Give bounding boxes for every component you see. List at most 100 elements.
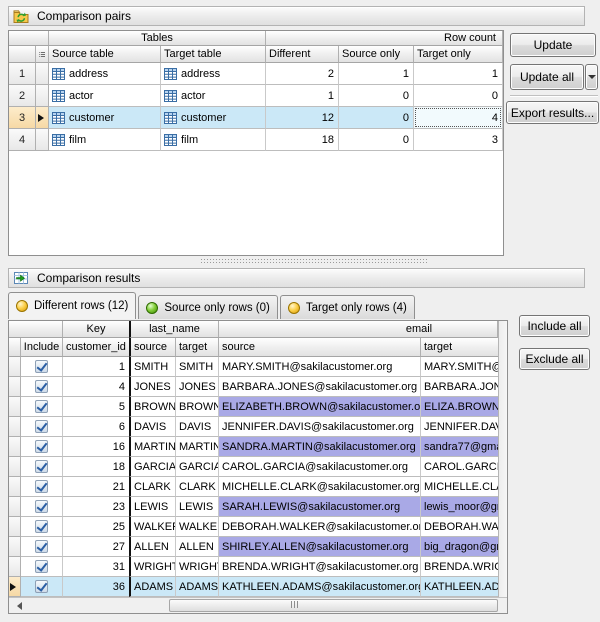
customer-id-cell[interactable]: 16	[63, 437, 129, 457]
include-cell[interactable]	[21, 357, 63, 377]
lastname-target-cell[interactable]: DAVIS	[176, 417, 219, 437]
include-cell[interactable]	[21, 397, 63, 417]
tab-source-only-rows-0-[interactable]: Source only rows (0)	[138, 295, 277, 319]
include-cell[interactable]	[21, 377, 63, 397]
lastname-target-cell[interactable]: BROWN	[176, 397, 219, 417]
results-row-25[interactable]: 25WALKERWALKERDEBORAH.WALKER@sakilacusto…	[9, 517, 507, 537]
customer-id-cell[interactable]: 21	[63, 477, 129, 497]
email-source-cell[interactable]: BARBARA.JONES@sakilacustomer.org	[219, 377, 421, 397]
include-cell[interactable]	[21, 417, 63, 437]
lastname-source-cell[interactable]: LEWIS	[129, 497, 176, 517]
different-count-cell[interactable]: 18	[266, 129, 339, 151]
horizontal-scrollbar-thumb[interactable]	[169, 599, 498, 612]
lastname-source-cell[interactable]: ALLEN	[129, 537, 176, 557]
target-table-cell[interactable]: address	[161, 63, 266, 85]
email-target-cell[interactable]: DEBORAH.WALKER@sakilacustomer.org	[421, 517, 498, 537]
target-only-count-cell[interactable]: 3	[414, 129, 503, 151]
target-only-count-cell[interactable]: 1	[414, 63, 503, 85]
target-table-cell[interactable]: film	[161, 129, 266, 151]
results-row-27[interactable]: 27ALLENALLENSHIRLEY.ALLEN@sakilacustomer…	[9, 537, 507, 557]
lastname-target-cell[interactable]: ALLEN	[176, 537, 219, 557]
lastname-source-cell[interactable]: CLARK	[129, 477, 176, 497]
email-target-cell[interactable]: MICHELLE.CLARK@sakilacustomer.org	[421, 477, 498, 497]
results-row-21[interactable]: 21CLARKCLARKMICHELLE.CLARK@sakilacustome…	[9, 477, 507, 497]
email-target-cell[interactable]: sandra77@gmail.com	[421, 437, 498, 457]
lastname-source-cell[interactable]: MARTIN	[129, 437, 176, 457]
customer-id-cell[interactable]: 36	[63, 577, 129, 597]
include-checkbox[interactable]	[35, 440, 48, 453]
col-header-target-table[interactable]: Target table	[161, 46, 266, 63]
lastname-target-cell[interactable]: LEWIS	[176, 497, 219, 517]
pairs-row-film[interactable]: 4filmfilm1803	[9, 129, 503, 151]
customer-id-cell[interactable]: 4	[63, 377, 129, 397]
email-target-cell[interactable]: CAROL.GARCIA@sakilacustomer.org	[421, 457, 498, 477]
lastname-source-cell[interactable]: GARCIA	[129, 457, 176, 477]
include-cell[interactable]	[21, 437, 63, 457]
col-header-target-only[interactable]: Target only	[414, 46, 503, 63]
target-table-cell[interactable]: actor	[161, 85, 266, 107]
lastname-source-cell[interactable]: ADAMS	[129, 577, 176, 597]
include-all-button[interactable]: Include all	[519, 315, 590, 337]
lastname-target-cell[interactable]: GARCIA	[176, 457, 219, 477]
lastname-source-cell[interactable]: DAVIS	[129, 417, 176, 437]
email-source-cell[interactable]: JENNIFER.DAVIS@sakilacustomer.org	[219, 417, 421, 437]
col-header-customer-id[interactable]: customer_id	[63, 338, 129, 357]
include-cell[interactable]	[21, 497, 63, 517]
update-all-button[interactable]: Update all	[510, 64, 584, 90]
vertical-scrollbar[interactable]	[498, 321, 507, 597]
customer-id-cell[interactable]: 1	[63, 357, 129, 377]
target-only-count-cell[interactable]: 0	[414, 85, 503, 107]
email-target-cell[interactable]: lewis_moor@gmail.com	[421, 497, 498, 517]
tab-target-only-rows-4-[interactable]: Target only rows (4)	[280, 295, 415, 319]
lastname-target-cell[interactable]: MARTIN	[176, 437, 219, 457]
lastname-target-cell[interactable]: SMITH	[176, 357, 219, 377]
horizontal-scrollbar[interactable]	[9, 597, 507, 613]
include-checkbox[interactable]	[35, 560, 48, 573]
lastname-target-cell[interactable]: WALKER	[176, 517, 219, 537]
results-row-23[interactable]: 23LEWISLEWISSARAH.LEWIS@sakilacustomer.o…	[9, 497, 507, 517]
lastname-source-cell[interactable]: SMITH	[129, 357, 176, 377]
include-checkbox[interactable]	[35, 460, 48, 473]
scroll-left-arrow-icon[interactable]	[9, 598, 26, 613]
customer-id-cell[interactable]: 18	[63, 457, 129, 477]
email-source-cell[interactable]: MICHELLE.CLARK@sakilacustomer.org	[219, 477, 421, 497]
results-row-6[interactable]: 6DAVISDAVISJENNIFER.DAVIS@sakilacustomer…	[9, 417, 507, 437]
results-row-18[interactable]: 18GARCIAGARCIACAROL.GARCIA@sakilacustome…	[9, 457, 507, 477]
target-only-count-cell[interactable]: 4	[414, 107, 503, 129]
lastname-source-cell[interactable]: JONES	[129, 377, 176, 397]
different-count-cell[interactable]: 12	[266, 107, 339, 129]
customer-id-cell[interactable]: 27	[63, 537, 129, 557]
include-checkbox[interactable]	[35, 500, 48, 513]
customer-id-cell[interactable]: 31	[63, 557, 129, 577]
include-cell[interactable]	[21, 517, 63, 537]
update-button[interactable]: Update	[510, 33, 596, 57]
include-checkbox[interactable]	[35, 360, 48, 373]
include-cell[interactable]	[21, 477, 63, 497]
include-checkbox[interactable]	[35, 480, 48, 493]
email-source-cell[interactable]: MARY.SMITH@sakilacustomer.org	[219, 357, 421, 377]
email-target-cell[interactable]: KATHLEEN.ADAMS@sakilacustomer.org	[421, 577, 498, 597]
include-checkbox[interactable]	[35, 520, 48, 533]
lastname-source-cell[interactable]: WALKER	[129, 517, 176, 537]
pairs-row-address[interactable]: 1addressaddress211	[9, 63, 503, 85]
col-header-source-only[interactable]: Source only	[339, 46, 414, 63]
tab-different-rows-12-[interactable]: Different rows (12)	[8, 292, 136, 319]
update-all-dropdown-button[interactable]	[585, 64, 598, 90]
source-only-count-cell[interactable]: 1	[339, 63, 414, 85]
customer-id-cell[interactable]: 23	[63, 497, 129, 517]
email-target-cell[interactable]: big_dragon@gmail.com	[421, 537, 498, 557]
lastname-source-cell[interactable]: WRIGHT	[129, 557, 176, 577]
results-row-1[interactable]: 1SMITHSMITHMARY.SMITH@sakilacustomer.org…	[9, 357, 507, 377]
column-chooser-icon[interactable]	[36, 46, 49, 63]
results-row-36[interactable]: 36ADAMSADAMSKATHLEEN.ADAMS@sakilacustome…	[9, 577, 507, 597]
email-source-cell[interactable]: CAROL.GARCIA@sakilacustomer.org	[219, 457, 421, 477]
results-row-5[interactable]: 5BROWNBROWNELIZABETH.BROWN@sakilacustome…	[9, 397, 507, 417]
email-target-cell[interactable]: JENNIFER.DAVIS@sakilacustomer.org	[421, 417, 498, 437]
source-table-cell[interactable]: actor	[49, 85, 161, 107]
email-source-cell[interactable]: SANDRA.MARTIN@sakilacustomer.org	[219, 437, 421, 457]
target-table-cell[interactable]: customer	[161, 107, 266, 129]
lastname-target-cell[interactable]: JONES	[176, 377, 219, 397]
email-target-cell[interactable]: MARY.SMITH@sakilacustomer.org	[421, 357, 498, 377]
different-count-cell[interactable]: 2	[266, 63, 339, 85]
email-target-cell[interactable]: ELIZA.BROWN@sakilacustomer.org	[421, 397, 498, 417]
